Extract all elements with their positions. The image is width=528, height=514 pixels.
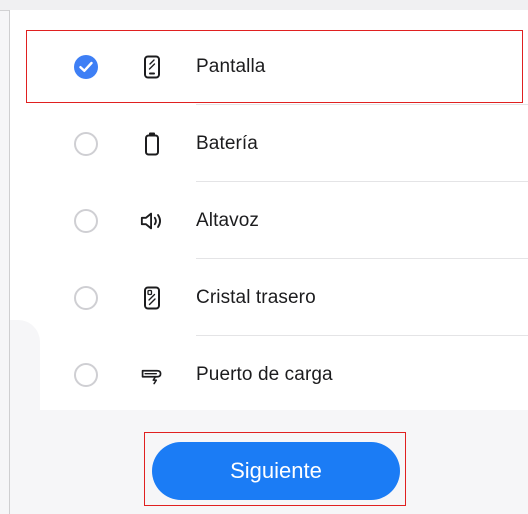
option-label: Cristal trasero [196, 286, 316, 308]
option-label: Pantalla [196, 55, 266, 77]
back-glass-icon [140, 286, 164, 310]
option-label: Altavoz [196, 209, 260, 231]
repair-options-list: Pantalla Batería Altavoz Cristal trasero… [10, 28, 528, 413]
radio-unchecked-icon[interactable] [74, 362, 98, 387]
charging-port-icon [140, 363, 164, 387]
next-button[interactable]: Siguiente [152, 442, 400, 500]
radio-checked-icon[interactable] [74, 54, 98, 79]
option-row-puerto-de-carga[interactable]: Puerto de carga [10, 336, 528, 413]
option-row-cristal-trasero[interactable]: Cristal trasero [10, 259, 528, 336]
option-label: Puerto de carga [196, 363, 333, 385]
option-row-pantalla[interactable]: Pantalla [10, 28, 528, 105]
phone-screen-icon [140, 55, 164, 79]
radio-unchecked-icon[interactable] [74, 285, 98, 310]
speaker-icon [140, 209, 164, 233]
option-row-altavoz[interactable]: Altavoz [10, 182, 528, 259]
option-row-bateria[interactable]: Batería [10, 105, 528, 182]
option-label: Batería [196, 132, 258, 154]
radio-unchecked-icon[interactable] [74, 208, 98, 233]
battery-icon [140, 132, 164, 156]
radio-unchecked-icon[interactable] [74, 131, 98, 156]
